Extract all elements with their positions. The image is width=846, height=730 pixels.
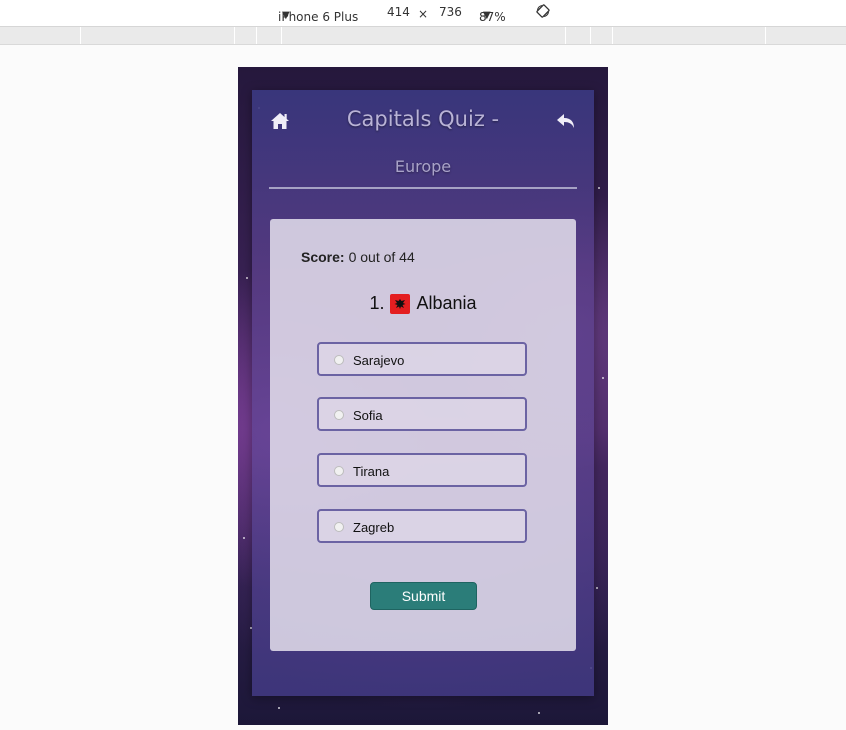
device-caret-icon: ▼ <box>282 10 290 21</box>
device-toolbar: iPhone 6 Plus ▼ 414 × 736 87% ▼ <box>0 0 846 27</box>
option-tirana[interactable]: Tirana <box>317 453 527 487</box>
option-label: Sarajevo <box>353 353 405 368</box>
country-name: Albania <box>416 293 477 313</box>
score-label: Score: <box>301 249 345 265</box>
submit-button[interactable]: Submit <box>370 582 477 610</box>
score-value: 0 out of 44 <box>348 249 415 265</box>
option-sarajevo[interactable]: Sarajevo <box>317 342 527 376</box>
radio-button[interactable] <box>334 355 344 365</box>
question-card: Score: 0 out of 44 1. Albania Sarajevo S… <box>270 219 576 651</box>
page-title: Capitals Quiz - <box>346 107 500 131</box>
rotate-icon[interactable] <box>536 4 550 18</box>
dimension-separator: × <box>418 7 429 21</box>
option-label: Sofia <box>353 408 383 423</box>
question: 1. Albania <box>270 293 576 314</box>
device-viewport: Capitals Quiz - Europe Score: 0 out of 44… <box>238 67 608 725</box>
title-divider <box>269 187 577 189</box>
option-sofia[interactable]: Sofia <box>317 397 527 431</box>
device-name: iPhone 6 Plus <box>278 10 359 24</box>
radio-button[interactable] <box>334 466 344 476</box>
score: Score: 0 out of 44 <box>301 249 415 265</box>
option-label: Zagreb <box>353 520 395 535</box>
radio-button[interactable] <box>334 522 344 532</box>
quiz-panel: Capitals Quiz - Europe Score: 0 out of 44… <box>252 90 594 696</box>
back-arrow-icon[interactable] <box>556 112 576 130</box>
question-number: 1. <box>369 293 385 313</box>
albania-flag-icon <box>390 293 411 314</box>
home-icon[interactable] <box>270 112 290 130</box>
zoom-caret-icon: ▼ <box>483 10 491 21</box>
option-zagreb[interactable]: Zagreb <box>317 509 527 543</box>
radio-button[interactable] <box>334 410 344 420</box>
width-field[interactable]: 414 <box>387 5 410 19</box>
option-label: Tirana <box>353 464 390 479</box>
media-query-ruler[interactable] <box>0 27 846 45</box>
page-subtitle: Europe <box>394 157 452 176</box>
height-field[interactable]: 736 <box>439 5 462 19</box>
